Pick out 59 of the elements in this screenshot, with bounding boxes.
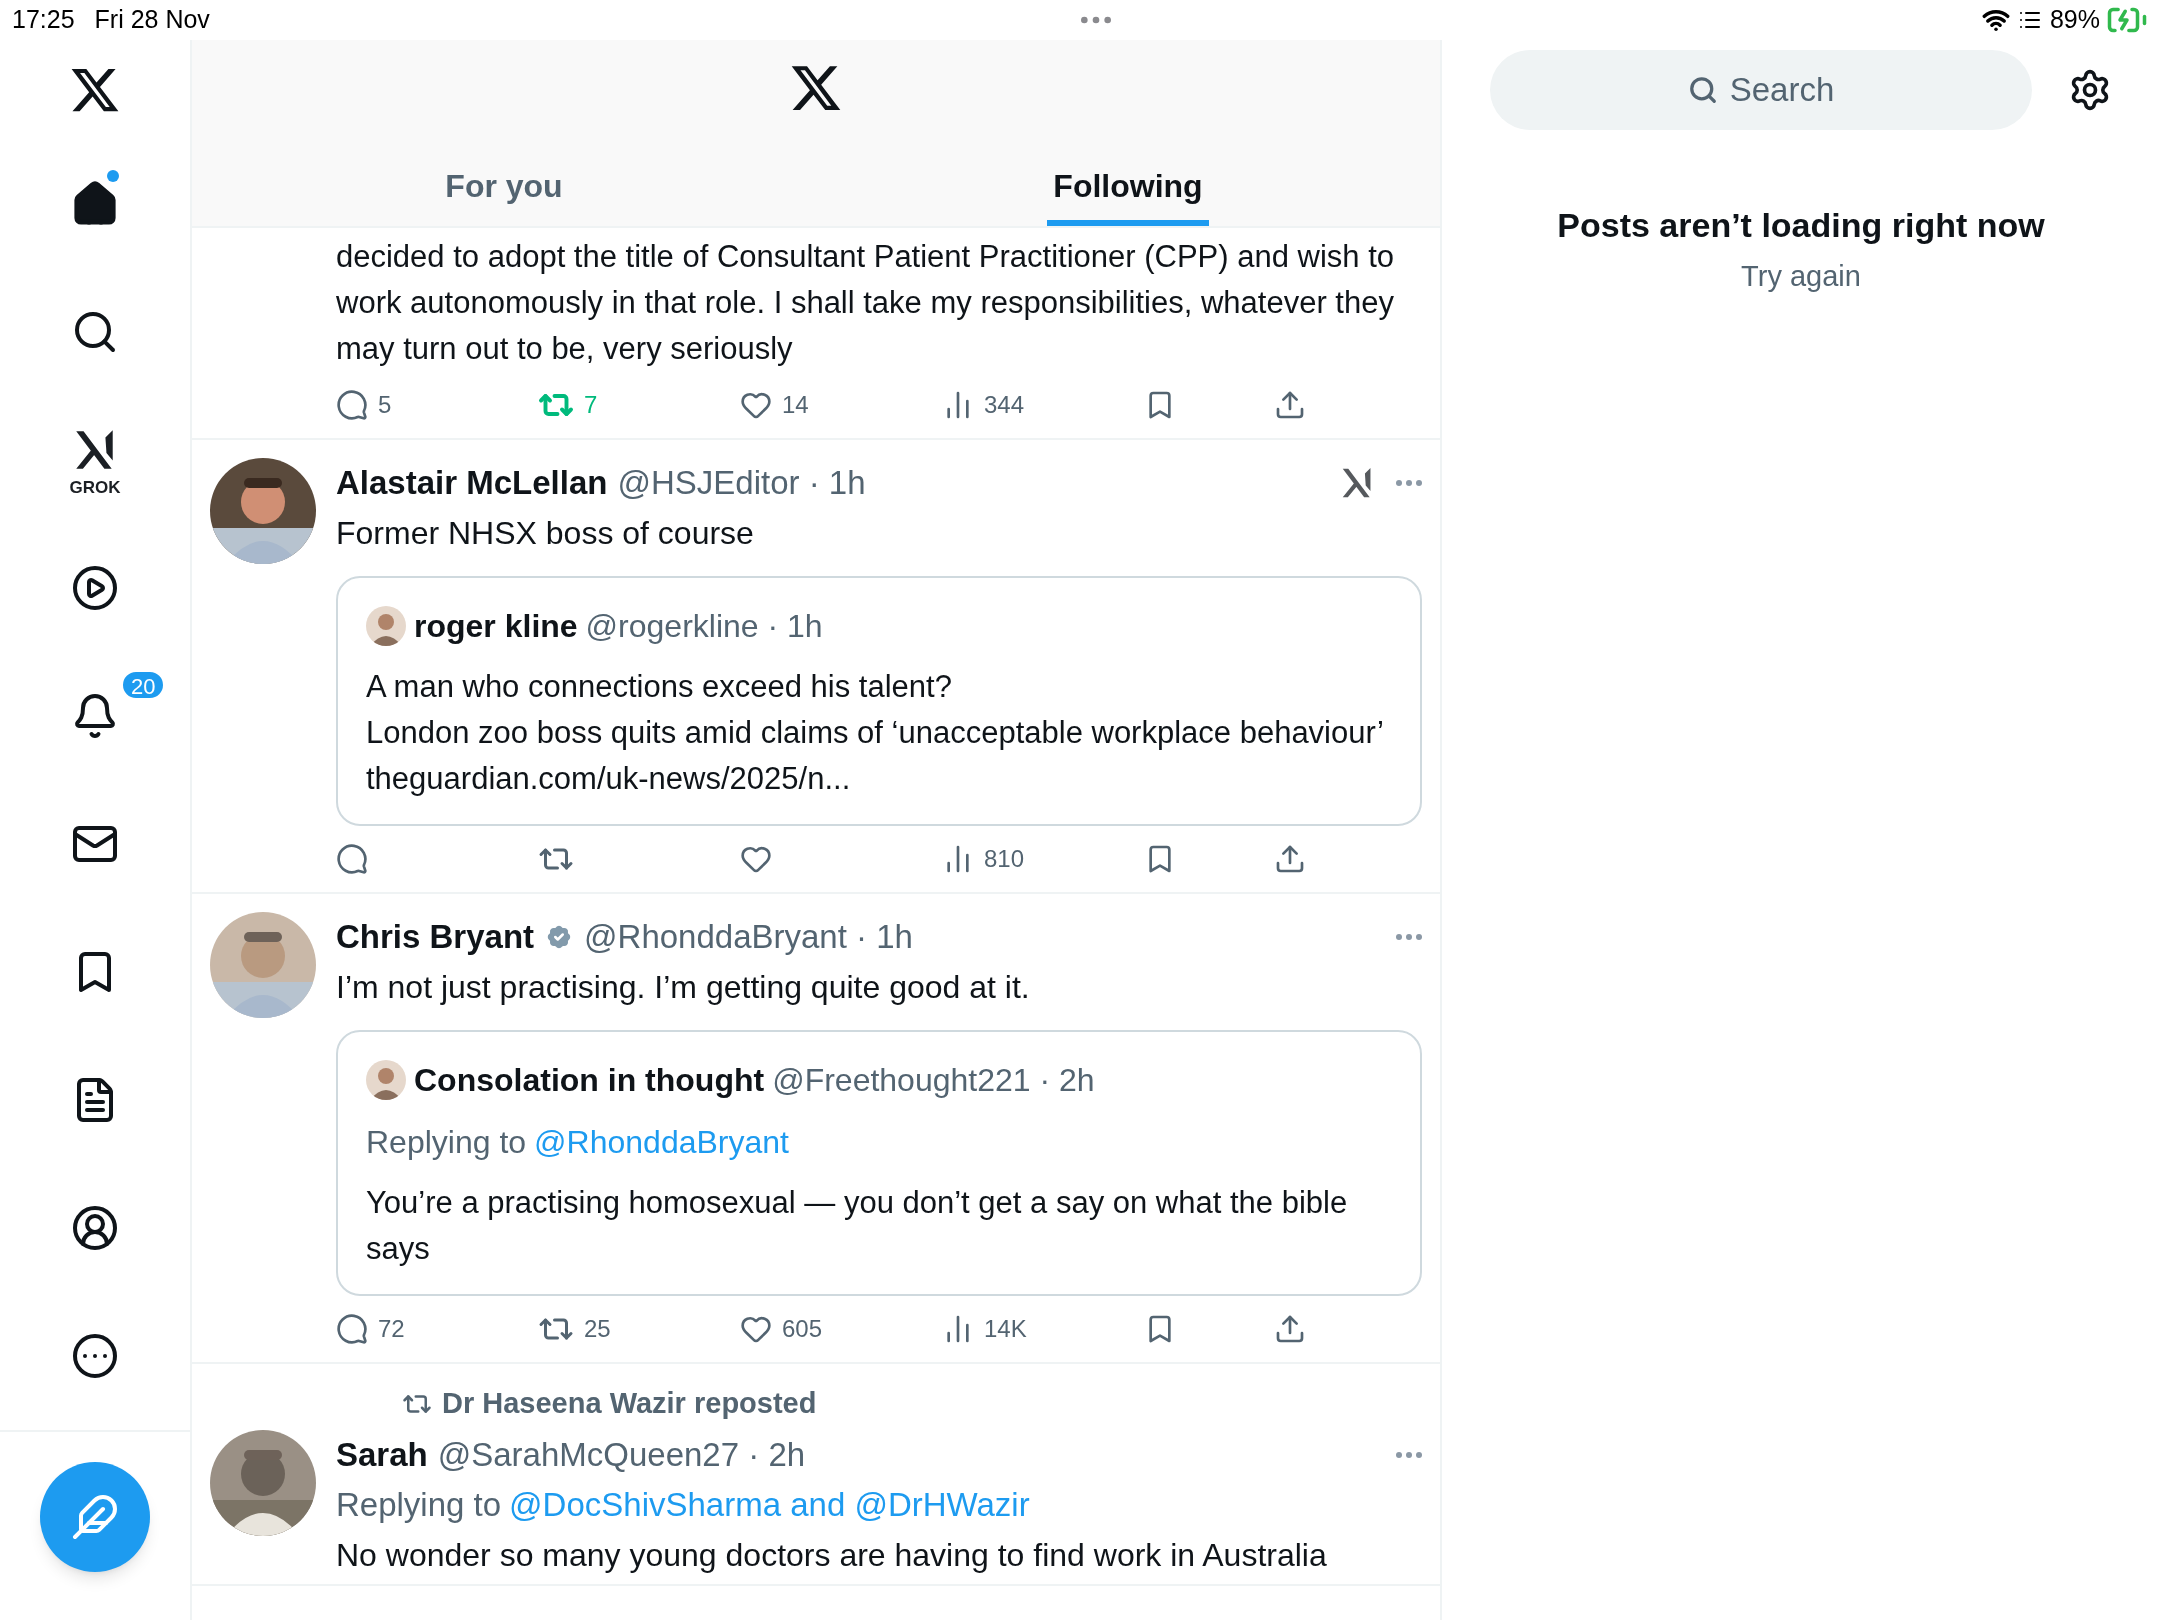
more-options-button[interactable] [1396,934,1422,940]
error-message: Posts aren’t loading right now [1557,205,2045,246]
try-again-link[interactable]: Try again [1741,255,1861,299]
more-icon [1396,934,1422,940]
replying-label: Replying to [336,1484,502,1525]
quoted-post-card[interactable]: roger kline @rogerkline · 1h A man who connections exceed his talent? London zoo boss quits amid claims of ‘unacceptable workplace behaviour’ theguardian.com/uk-news/2025/n... [336,576,1422,826]
status-date: Fri 28 Nov [94,4,210,36]
more-icon [1396,480,1422,486]
play-icon[interactable] [71,564,119,612]
author-name: Consolation in thought [414,1061,765,1100]
reply-icon [336,389,368,421]
reply-icon [336,1313,368,1345]
more-options-button[interactable] [1396,480,1422,486]
battery-percent: 89% [2049,4,2100,36]
status-time: 17:25 [12,4,75,36]
views-button[interactable]: 344 [942,387,1025,423]
grok-nav-item[interactable]: GROK [0,396,190,524]
repost-label: Dr Haseena Wazir reposted [442,1386,817,1421]
author-handle-time: @Freethought221 · 2h [772,1061,1095,1100]
post-text: Former NHSX boss of course [336,514,755,553]
author-name: roger kline [414,607,578,646]
quoted-post-text: A man who connections exceed his talent? [366,668,953,706]
notification-count: 20 [121,670,166,700]
author-name: Alastair McLellan [336,463,608,504]
feed-tab[interactable]: Following [816,136,1440,226]
author-handle-time: @rogerkline · 1h [585,607,823,646]
profile-icon[interactable] [71,1204,119,1252]
author-handle-time: @SarahMcQueen27 · 2h [437,1434,806,1475]
share-button[interactable] [1274,389,1306,421]
more-options-button[interactable] [1396,1451,1422,1458]
feather-icon [71,1493,119,1541]
home-icon[interactable] [71,180,119,228]
replying-label: Replying to [366,1123,527,1162]
post-text: I’m not just practising. I’m getting quite good at it. [336,968,1031,1007]
share-button[interactable] [1274,1313,1306,1345]
more-icon [1396,1451,1422,1458]
reply-icon [336,843,368,875]
search-icon [1687,75,1718,105]
views-button[interactable]: 810 [942,841,1025,877]
search-field[interactable]: Search [1490,50,2032,130]
feed-tab[interactable]: For you [192,136,816,226]
reply-button[interactable]: 72 [336,1311,405,1347]
post-text: No wonder so many young doctors are having to find work in Australia [336,1535,1328,1575]
repost-button[interactable]: 25 [538,1311,611,1347]
reply-button[interactable] [336,843,368,875]
post-text: decided to adopt the title of Consultant Patient Practitioner (CPP) and wish to work autonomously in that role. I shall take my responsibilities, whatever they may turn out to be, very seriously [336,238,1396,368]
like-button[interactable]: 14 [740,387,809,423]
reply-button[interactable]: 5 [336,387,392,423]
quoted-post-card[interactable]: Consolation in thought @Freethought221 · 2h Replying to @RhonddaBryant You’re a practising homosexual — you don’t get a say on what the bible says [336,1030,1422,1296]
quoted-post-text: London zoo boss quits amid claims of ‘unacceptable workplace behaviour’ theguardian.com/uk-news/2025/n... [366,714,1384,798]
share-button[interactable] [1274,843,1306,875]
views-button[interactable]: 14K [942,1311,1027,1347]
author-handle-time: @HSJEditor · 1h [617,463,866,504]
quoted-post-text: You’re a practising homosexual — you don’t get a say on what the bible says [366,1184,1349,1268]
author-name: Chris Bryant [336,917,535,958]
like-button[interactable]: 605 [740,1311,823,1347]
author-name: Sarah [336,1434,428,1475]
author-handle-time: @RhonddaBryant · 1h [584,917,913,958]
more-icon[interactable] [71,1332,119,1380]
